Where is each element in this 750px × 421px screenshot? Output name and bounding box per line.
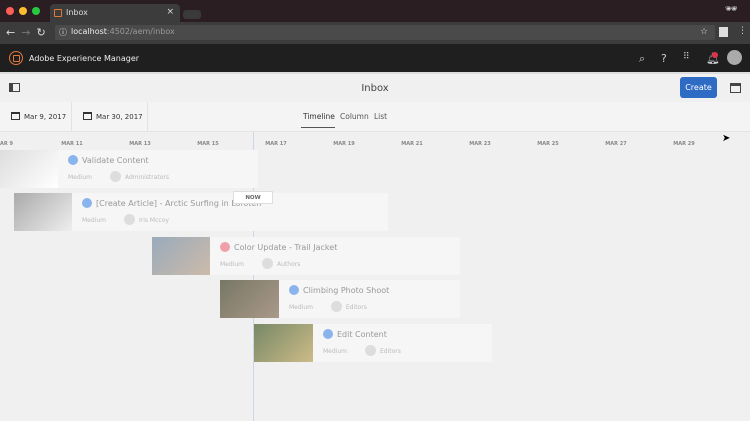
browser-nav[interactable]: ←→↻ [6, 26, 52, 39]
start-date: Mar 9, 2017 [24, 113, 67, 121]
task-details[interactable]: Validate Content Medium Administrators [58, 150, 258, 188]
calendar-icon [83, 112, 92, 120]
tab-timeline[interactable]: Timeline [303, 112, 335, 121]
timeline-tick: MAR 19 [333, 141, 355, 147]
search-icon[interactable]: ⌕ [639, 52, 645, 66]
task-details[interactable]: Climbing Photo Shoot Medium Editors [279, 280, 460, 318]
end-date: Mar 30, 2017 [96, 113, 143, 121]
apps-grid-icon[interactable]: ⠿ [683, 52, 690, 62]
aem-favicon-icon [54, 9, 62, 17]
new-tab-button[interactable] [183, 10, 201, 19]
timeline-tick: MAR 15 [197, 141, 219, 147]
url-host: localhost [71, 27, 107, 36]
task-thumbnail [14, 193, 72, 231]
task-title: Edit Content [337, 330, 387, 339]
timeline-tick: MAR 13 [129, 141, 151, 147]
help-icon[interactable]: ? [661, 52, 667, 65]
end-date-picker[interactable]: Mar 30, 2017 [83, 112, 143, 121]
close-window-button[interactable] [6, 7, 14, 15]
info-icon: ⓘ [59, 28, 67, 37]
task-title: Validate Content [82, 156, 149, 165]
task-thumbnail [0, 150, 58, 188]
user-avatar[interactable] [727, 50, 742, 65]
task-thumbnail [254, 324, 313, 362]
task-title: Climbing Photo Shoot [303, 286, 390, 295]
mouse-cursor: ➤ [722, 133, 731, 144]
notification-badge [712, 52, 718, 58]
browser-tab[interactable]: Inbox × [50, 4, 180, 22]
timeline-tick: MAR 17 [265, 141, 287, 147]
assignee-avatar [124, 214, 135, 225]
tab-title: Inbox [66, 8, 88, 17]
assignee-avatar [110, 171, 121, 182]
task-priority: Medium [82, 217, 106, 224]
assignee-avatar [262, 258, 273, 269]
timeline-tick: MAR 21 [401, 141, 423, 147]
url-input[interactable]: ⓘ localhost:4502/aem/inbox [55, 25, 715, 40]
now-marker: NOW [233, 191, 273, 204]
active-tab-underline [301, 127, 335, 128]
status-icon [68, 155, 78, 165]
url-path: :4502/aem/inbox [106, 27, 175, 36]
task-assignee: Iris Mccoy [139, 217, 169, 224]
task-details[interactable]: [Create Article] - Arctic Surfing in Lof… [72, 193, 388, 231]
start-date-picker[interactable]: Mar 9, 2017 [11, 112, 66, 121]
divider [147, 102, 148, 132]
maximize-window-button[interactable] [32, 7, 40, 15]
brand-name: Adobe Experience Manager [29, 54, 140, 63]
forward-icon[interactable]: → [21, 26, 36, 39]
task-assignee: Editors [346, 304, 367, 311]
reload-icon[interactable]: ↻ [36, 26, 51, 39]
timeline-tick: MAR 27 [605, 141, 627, 147]
browser-menu-icon[interactable]: ⋮ [738, 26, 747, 36]
task-details[interactable]: Edit Content Medium Editors [313, 324, 492, 362]
timeline-tick: MAR 25 [537, 141, 559, 147]
divider [71, 102, 72, 132]
timeline-tick: MAR 29 [673, 141, 695, 147]
aem-logo-icon[interactable] [9, 51, 23, 65]
task-thumbnail [152, 237, 210, 275]
status-icon [289, 285, 299, 295]
task-details[interactable]: Color Update - Trail Jacket Medium Author… [210, 237, 460, 275]
task-priority: Medium [68, 174, 92, 181]
incognito-icon: 🕶 [725, 4, 738, 15]
minimize-window-button[interactable] [19, 7, 27, 15]
task-thumbnail [220, 280, 279, 318]
task-assignee: Administrators [125, 174, 170, 181]
timeline-tick: MAR 9 [0, 141, 13, 147]
calendar-icon [11, 112, 20, 120]
calendar-view-icon[interactable] [730, 83, 741, 93]
close-tab-icon[interactable]: × [166, 7, 174, 17]
extension-icon[interactable] [719, 27, 728, 37]
task-priority: Medium [289, 304, 313, 311]
assignee-avatar [365, 345, 376, 356]
task-priority: Medium [220, 261, 244, 268]
status-icon [220, 242, 230, 252]
task-assignee: Authors [277, 261, 301, 268]
timeline-tick: MAR 23 [469, 141, 491, 147]
task-title: Color Update - Trail Jacket [234, 243, 338, 252]
page-title: Inbox [361, 83, 389, 94]
tab-column[interactable]: Column [340, 112, 369, 121]
timeline-tick: MAR 11 [61, 141, 83, 147]
tab-list[interactable]: List [374, 112, 387, 121]
assignee-avatar [331, 301, 342, 312]
task-priority: Medium [323, 348, 347, 355]
create-button[interactable]: Create [680, 77, 717, 98]
bookmark-star-icon[interactable]: ☆ [700, 27, 708, 37]
status-icon [323, 329, 333, 339]
back-icon[interactable]: ← [6, 26, 21, 39]
task-assignee: Editors [380, 348, 401, 355]
status-icon [82, 198, 92, 208]
